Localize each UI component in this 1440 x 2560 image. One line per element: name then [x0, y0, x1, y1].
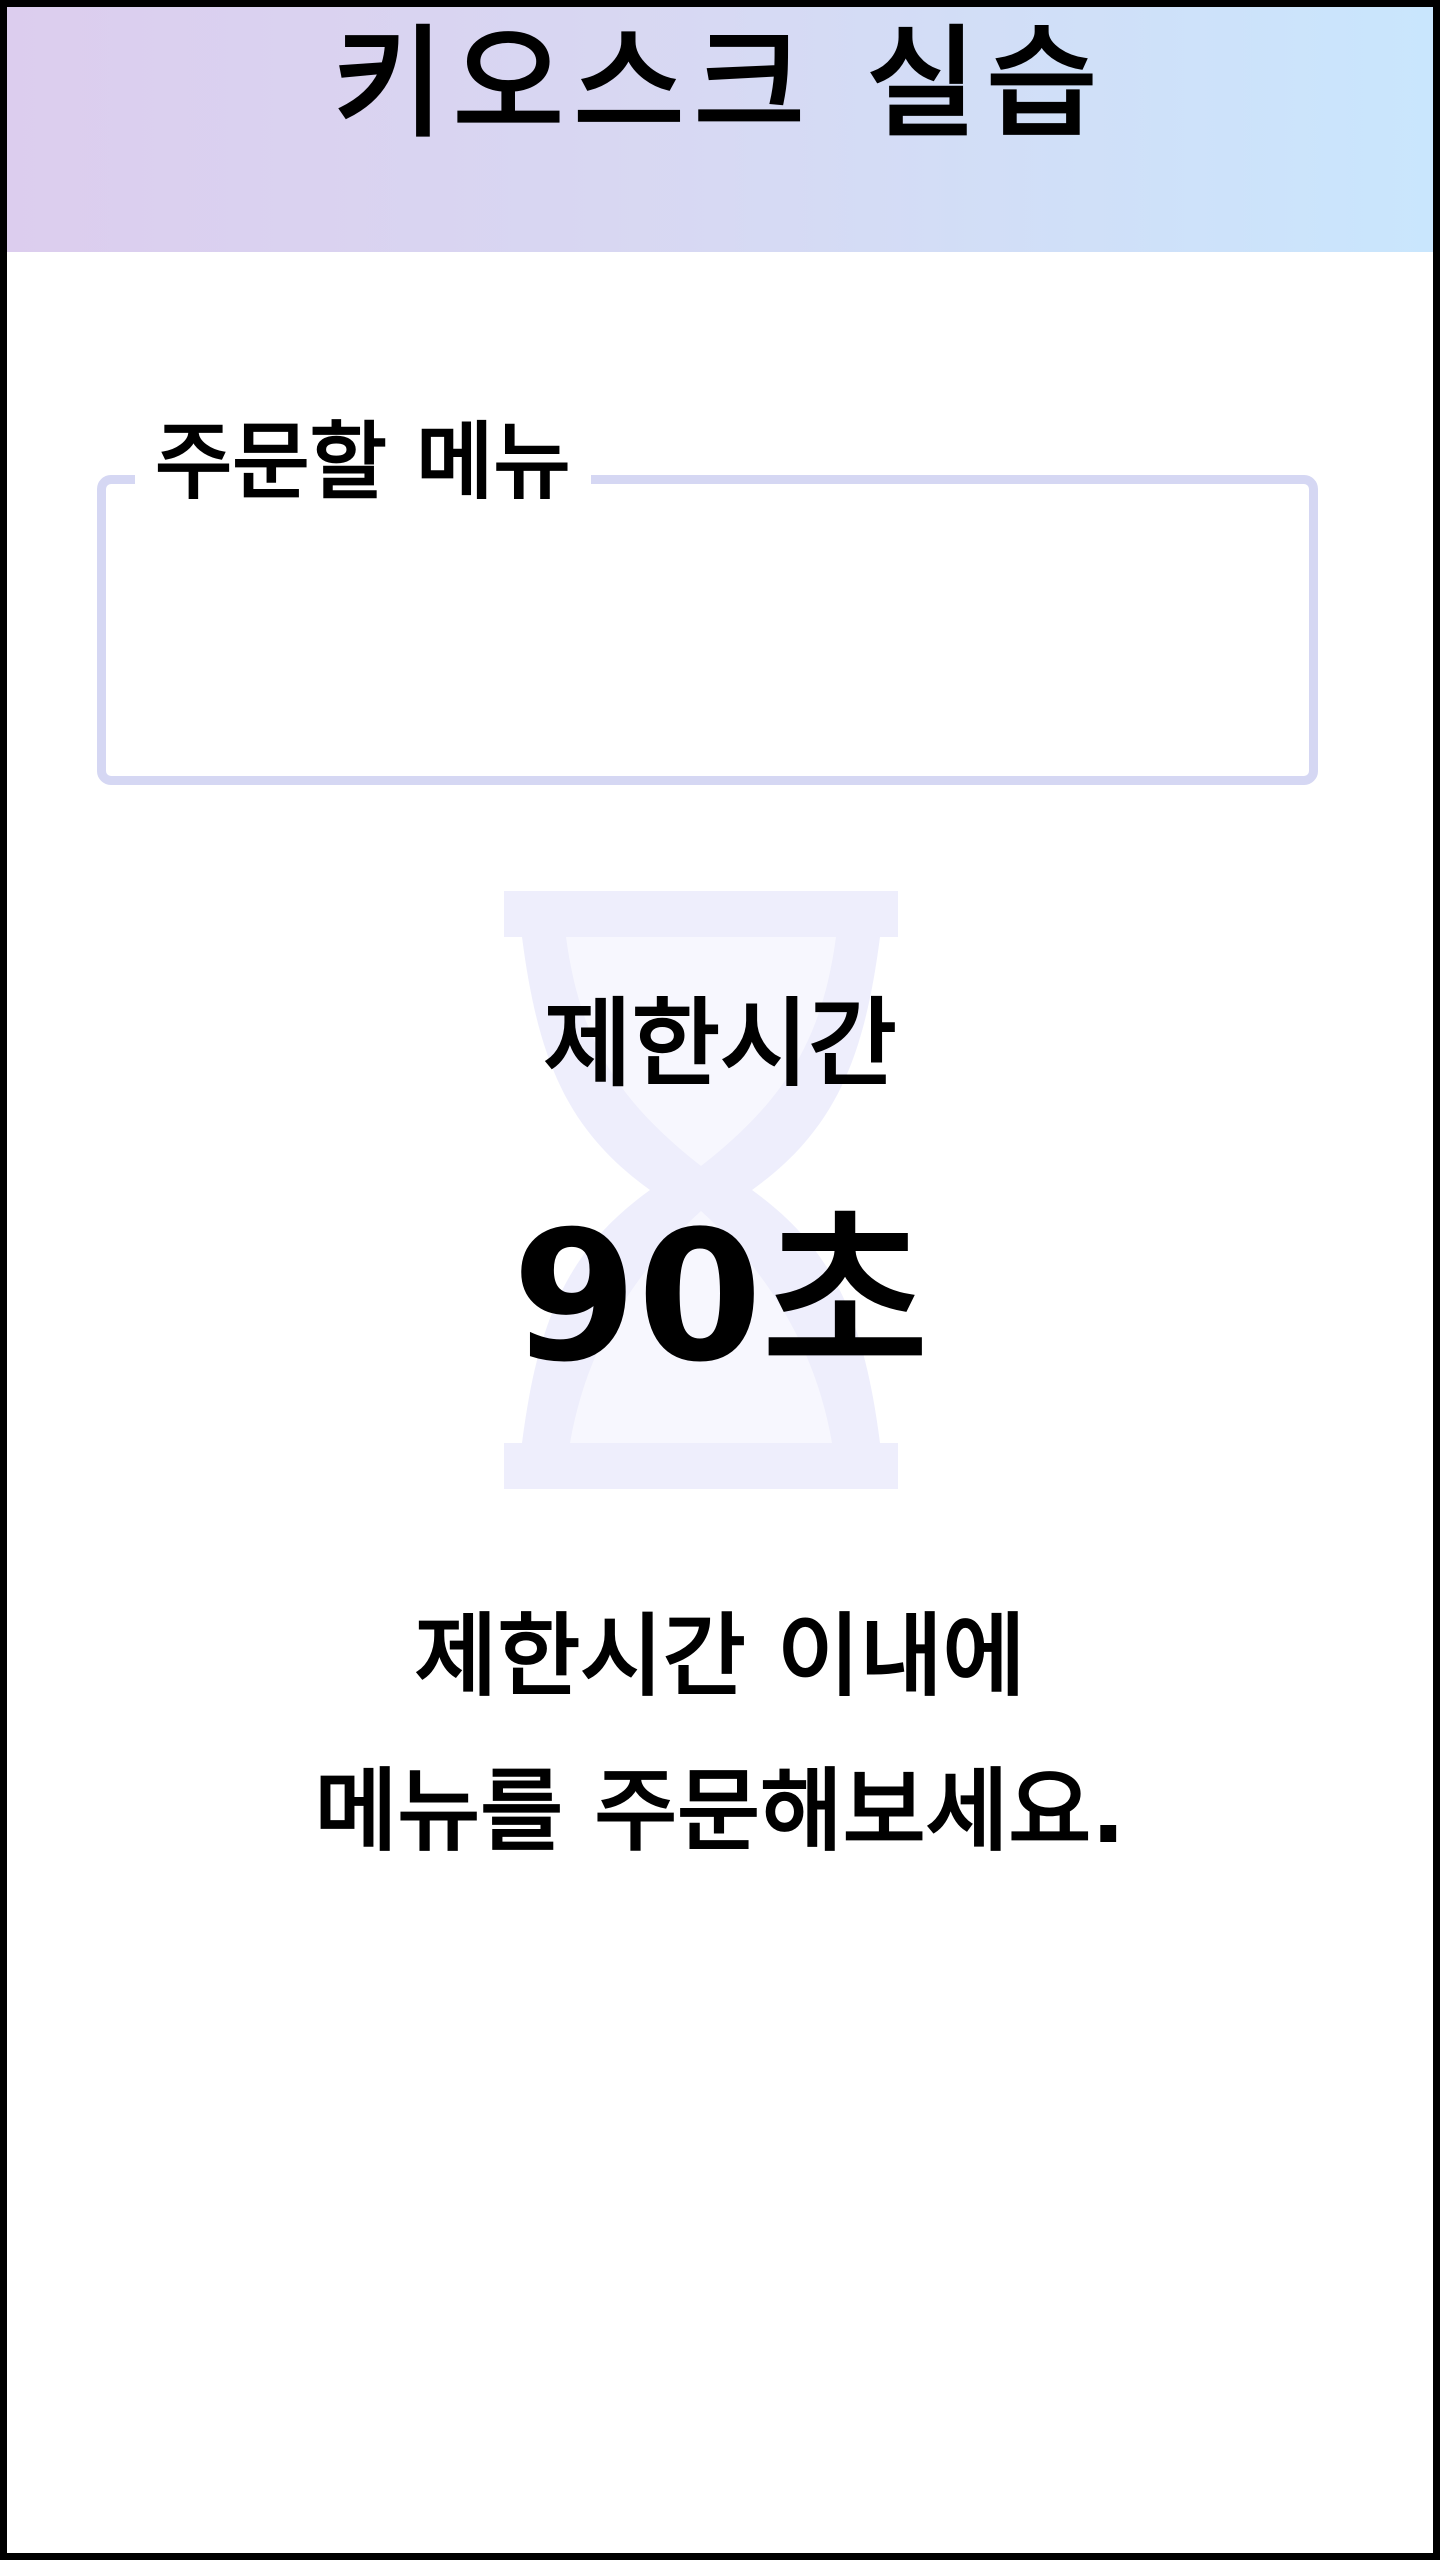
instruction-line-1: 제한시간 이내에 [414, 1604, 1026, 1709]
instruction-text: 제한시간 이내에 메뉴를 주문해보세요. [7, 1579, 1433, 1889]
time-limit-value: 90초 [511, 1193, 929, 1402]
app-frame: 키오스크 실습 주문할 메뉴 제한시간 90초 제한시간 이내에 메뉴를 주문해… [0, 0, 1440, 2560]
order-menu-label: 주문할 메뉴 [135, 412, 591, 513]
time-limit-label: 제한시간 [543, 988, 897, 1100]
order-menu-panel [97, 475, 1318, 785]
page-title: 키오스크 실습 [332, 15, 1108, 155]
header-bar: 키오스크 실습 [7, 7, 1433, 252]
instruction-line-2: 메뉴를 주문해보세요. [314, 1759, 1126, 1864]
